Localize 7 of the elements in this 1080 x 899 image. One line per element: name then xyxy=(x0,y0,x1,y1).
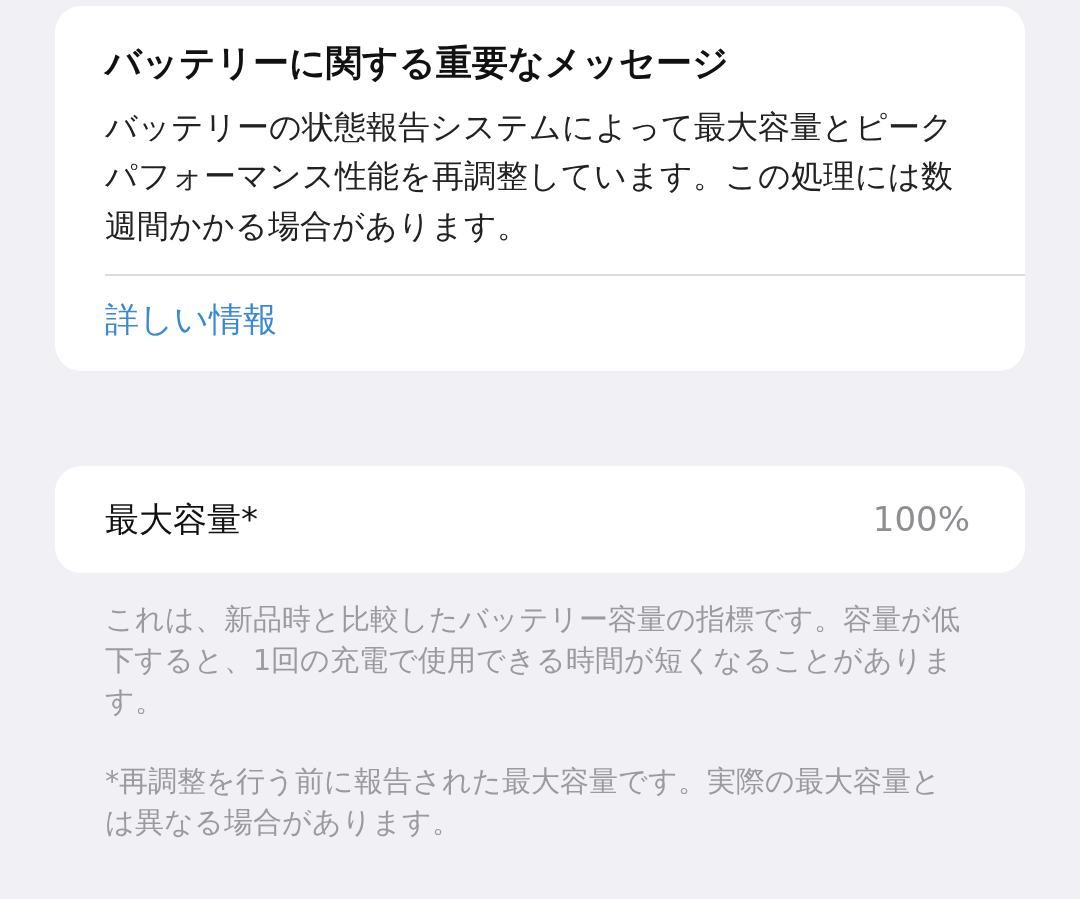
capacity-label: 最大容量* xyxy=(105,497,258,541)
capacity-value: 100% xyxy=(872,497,970,541)
card-body-text: バッテリーの状態報告システムによって最大容量とピークパフォーマンス性能を再調整しています。この処理には数週間かかる場合があります。 xyxy=(105,106,954,247)
footnote-text: *再調整を行う前に報告された最大容量です。実際の最大容量とは異なる場合があります。 xyxy=(104,763,943,841)
more-info-link[interactable]: 詳しい情報 xyxy=(105,293,277,345)
footnote-text: これは、新品時と比較したバッテリー容量の指標です。容量が低下すると、1回の充電で使用できる時間が短くなることがあります。 xyxy=(104,601,961,721)
card-title: バッテリーに関する重要なメッセージ xyxy=(105,41,730,85)
